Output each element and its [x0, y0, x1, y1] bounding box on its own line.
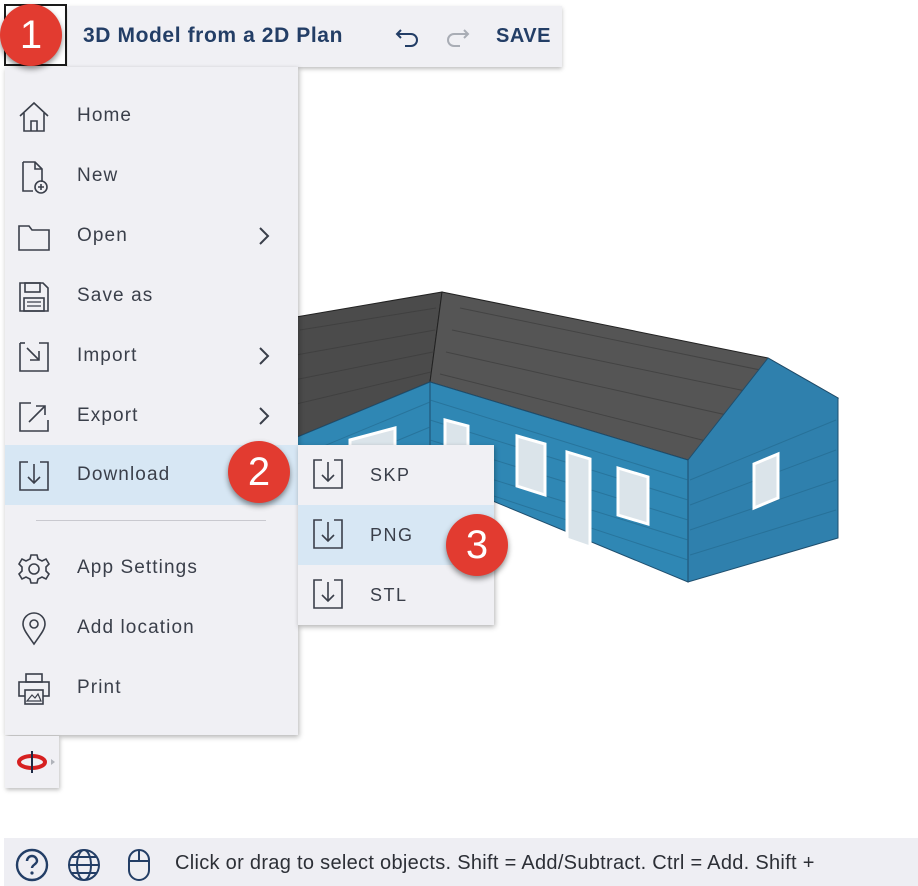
- gear-icon: [17, 554, 51, 584]
- submenu-item-skp[interactable]: SKP: [298, 445, 494, 505]
- menu-item-export[interactable]: Export: [5, 386, 298, 446]
- menu-item-label: New: [77, 165, 119, 186]
- chevron-right-icon: [259, 227, 270, 245]
- menu-item-label: Add location: [77, 617, 195, 638]
- submenu-item-label: SKP: [370, 465, 411, 485]
- new-file-icon: [22, 161, 48, 194]
- step-badge-3: 3: [446, 514, 508, 576]
- printer-icon: [18, 673, 50, 705]
- save-button[interactable]: SAVE: [496, 25, 551, 48]
- chevron-right-icon: [259, 407, 270, 425]
- status-bar: Click or drag to select objects. Shift =…: [4, 838, 918, 886]
- menu-item-new[interactable]: New: [5, 146, 298, 206]
- menu-divider: [36, 520, 266, 521]
- menu-item-home[interactable]: Home: [5, 86, 298, 146]
- chevron-right-icon: [259, 347, 270, 365]
- menu-item-add-location[interactable]: Add location: [5, 598, 298, 658]
- orbit-icon: [17, 751, 55, 773]
- step-badge-2: 2: [228, 441, 290, 503]
- mouse-icon[interactable]: [122, 848, 156, 882]
- menu-item-label: App Settings: [77, 557, 198, 578]
- menu-item-import[interactable]: Import: [5, 326, 298, 386]
- submenu-item-stl[interactable]: STL: [298, 565, 494, 625]
- download-icon: [313, 579, 343, 609]
- submenu-item-label: STL: [370, 585, 408, 605]
- status-message: Click or drag to select objects. Shift =…: [175, 852, 815, 874]
- step-badge-1: 1: [0, 4, 62, 66]
- menu-item-label: Home: [77, 105, 133, 126]
- menu-item-label: Import: [77, 345, 138, 366]
- import-arrow-icon: [19, 342, 49, 372]
- help-icon[interactable]: [15, 848, 49, 882]
- menu-item-label: Export: [77, 405, 139, 426]
- title-bar: 3D Model from a 2D Plan SAVE: [68, 6, 562, 67]
- download-icon: [313, 459, 343, 489]
- undo-icon[interactable]: [395, 26, 421, 48]
- menu-item-label: Print: [77, 677, 122, 698]
- export-arrow-icon: [19, 402, 49, 432]
- menu-item-label: Download: [77, 464, 171, 485]
- menu-item-label: Save as: [77, 285, 154, 306]
- menu-item-label: Open: [77, 225, 128, 246]
- download-icon: [313, 519, 343, 549]
- menu-item-print[interactable]: Print: [5, 658, 298, 718]
- menu-item-open[interactable]: Open: [5, 206, 298, 266]
- orbit-tool-button[interactable]: [5, 736, 59, 788]
- document-title[interactable]: 3D Model from a 2D Plan: [83, 24, 343, 48]
- menu-item-save-as[interactable]: Save as: [5, 266, 298, 326]
- floppy-disk-icon: [19, 282, 49, 312]
- globe-icon[interactable]: [67, 848, 101, 882]
- download-icon: [19, 461, 49, 491]
- location-pin-icon: [22, 612, 46, 646]
- main-menu: Home New Open Save as Import Export Down…: [5, 67, 298, 735]
- redo-icon[interactable]: [444, 26, 470, 48]
- folder-icon: [18, 225, 50, 251]
- menu-item-app-settings[interactable]: App Settings: [5, 538, 298, 598]
- home-icon: [19, 101, 49, 132]
- submenu-item-label: PNG: [370, 525, 414, 545]
